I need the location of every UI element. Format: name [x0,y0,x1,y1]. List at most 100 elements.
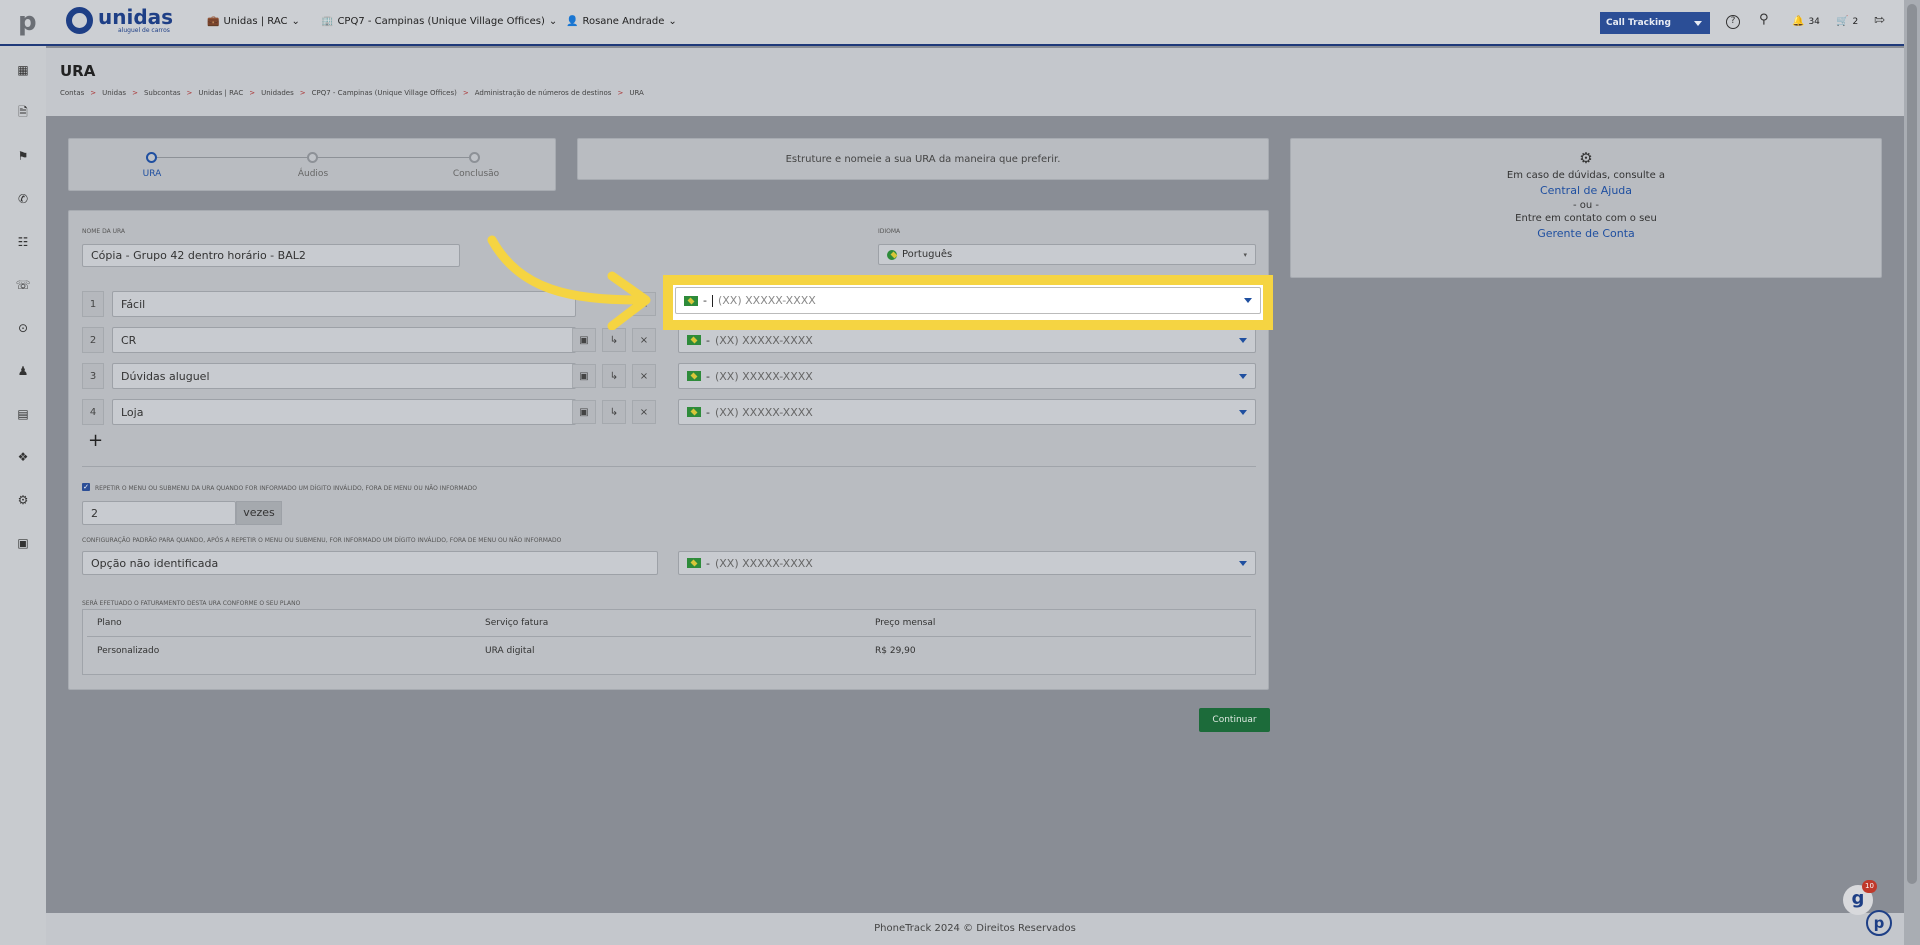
submenu-button[interactable]: ▣ [572,328,596,352]
redirect-button[interactable]: ↳ [602,400,626,424]
text-cursor [711,294,713,307]
option-number: 1 [82,291,104,317]
step-label-active: URA [142,169,162,179]
phone-icon[interactable]: ✆ [14,190,32,208]
users-icon[interactable]: ♟ [14,362,32,380]
page-title: URA [60,62,96,80]
billing-header-price: Preço mensal [875,618,936,628]
breadcrumb-item[interactable]: Unidas [102,89,126,97]
option-label-input[interactable]: Loja [112,399,576,425]
flag-icon[interactable]: ⚑ [14,147,32,165]
guide-arrow-curve [487,235,645,305]
caret-down-icon [1239,409,1247,415]
caret-down-icon [1239,560,1247,566]
subaccount-selector[interactable]: 🏢 CPQ7 - Campinas (Unique Village Office… [321,16,557,27]
dashboard-icon[interactable]: ▦ [14,61,32,79]
bell-icon: 🔔 [1792,16,1805,27]
billing-header-plan: Plano [97,618,122,628]
notifications-button[interactable]: 🔔 34 [1792,16,1820,27]
repeat-label: REPETIR O MENU OU SUBMENU DA URA QUANDO … [95,485,478,492]
help-icon[interactable]: ? [1726,15,1740,29]
user-menu[interactable]: 👤 Rosane Andrade ⌄ [566,16,677,27]
billing-divider [87,636,1251,637]
remove-option-button[interactable]: × [632,364,656,388]
chevron-down-icon [1694,20,1702,26]
phonetrack-logo-icon[interactable]: p [18,8,40,36]
sidebar: ▦ 🗎 ⚑ ✆ ☷ ☏ ⊙ ♟ ▤ ❖ ⚙ ▣ [0,46,46,945]
breadcrumb-item[interactable]: Unidades [261,89,294,97]
breadcrumb: Contas > Unidas > Subcontas > Unidas | R… [60,89,644,97]
destination-phone-select-active[interactable]: - (XX) XXXXX-XXXX [675,287,1261,314]
submenu-button[interactable]: ▣ [572,364,596,388]
default-destination-phone-select[interactable]: - (XX) XXXXX-XXXX [678,551,1256,575]
breadcrumb-item[interactable]: CPQ7 - Campinas (Unique Village Offices) [312,89,457,97]
continue-button[interactable]: Continuar [1199,708,1270,732]
phone-placeholder: (XX) XXXXX-XXXX [714,369,813,383]
billing-price-cell: R$ 29,90 [875,646,916,656]
footer: PhoneTrack 2024 © Direitos Reservados [46,913,1904,945]
puzzle-icon[interactable]: ❖ [14,448,32,466]
billing-header-service: Serviço fatura [485,618,549,628]
chat-widget-icon[interactable]: p [1866,910,1892,936]
repeat-count-input[interactable]: 2 [82,501,236,525]
help-line-1: Em caso de dúvidas, consulte a [1506,170,1666,181]
target-icon[interactable]: ⊙ [14,319,32,337]
top-bar: p unidas aluguel de carros 💼 Unidas | RA… [0,0,1920,46]
destination-phone-select[interactable]: - (XX) XXXXX-XXXX [678,327,1256,353]
breadcrumb-separator: > [299,89,306,97]
documents-icon[interactable]: 🗎 [14,104,32,122]
redirect-button[interactable]: ↳ [602,328,626,352]
account-manager-link[interactable]: Gerente de Conta [1291,227,1881,240]
search-icon[interactable]: ⚲ [1759,12,1769,27]
help-center-link[interactable]: Central de Ajuda [1291,184,1881,197]
page-header: URA Contas > Unidas > Subcontas > Unidas… [46,48,1904,116]
default-option-input[interactable]: Opção não identificada [82,551,658,575]
brand-logo[interactable]: unidas aluguel de carros [66,7,173,34]
option-label-input[interactable]: CR [112,327,576,353]
product-button[interactable]: Call Tracking [1600,12,1710,34]
language-label: IDIOMA [878,228,901,235]
option-row: 3 Dúvidas aluguel ▣ ↳ × - (XX) XXXXX-XXX… [82,363,1258,389]
breadcrumb-separator: > [249,89,256,97]
submenu-button[interactable]: ▣ [572,400,596,424]
breadcrumb-item[interactable]: Unidas | RAC [198,89,243,97]
settings-gear-icon[interactable]: ⚙ [14,491,32,509]
chevron-down-icon: ⌄ [548,16,558,27]
stepper-card: URA Áudios Conclusão [68,138,556,191]
repeat-checkbox[interactable]: ✓ [82,483,90,491]
destination-phone-select[interactable]: - (XX) XXXXX-XXXX [678,363,1256,389]
contact-card-icon[interactable]: ☷ [14,233,32,251]
breadcrumb-item[interactable]: Subcontas [144,89,181,97]
add-option-button[interactable]: + [88,430,103,451]
phone-call-icon[interactable]: ☏ [14,276,32,294]
destination-phone-select[interactable]: - (XX) XXXXX-XXXX [678,399,1256,425]
hint-card: Estruture e nomeie a sua URA da maneira … [577,138,1269,180]
scrollbar-thumb[interactable] [1907,4,1917,884]
breadcrumb-separator: > [462,89,469,97]
logout-icon[interactable]: ⇰ [1874,13,1885,28]
language-value: Português [902,249,953,260]
flag-separator: - [706,556,710,570]
library-icon[interactable]: ▤ [14,405,32,423]
brazil-flag-icon [887,249,897,260]
repeat-count-value: 2 [91,506,98,520]
product-button-label: Call Tracking [1606,18,1671,28]
caret-down-icon [1244,298,1252,303]
language-select[interactable]: Português ▾ [878,244,1256,265]
breadcrumb-item[interactable]: Contas [60,89,84,97]
option-label-value: Fácil [121,297,146,311]
breadcrumb-item[interactable]: Administração de números de destinos [475,89,612,97]
billing-plan-cell: Personalizado [97,646,160,656]
cart-button[interactable]: 🛒 2 [1836,16,1858,27]
account-selector[interactable]: 💼 Unidas | RAC ⌄ [207,16,300,27]
store-icon[interactable]: ▣ [14,534,32,552]
divider [82,466,1256,467]
ura-name-input[interactable]: Cópia - Grupo 42 dentro horário - BAL2 [82,244,460,267]
redirect-button[interactable]: ↳ [602,364,626,388]
remove-option-button[interactable]: × [632,328,656,352]
hint-text: Estruture e nomeie a sua URA da maneira … [785,153,1061,165]
option-label-input[interactable]: Dúvidas aluguel [112,363,576,389]
flag-separator: - [706,369,710,383]
remove-option-button[interactable]: × [632,400,656,424]
gear-icon: ⚙ [1579,149,1593,167]
